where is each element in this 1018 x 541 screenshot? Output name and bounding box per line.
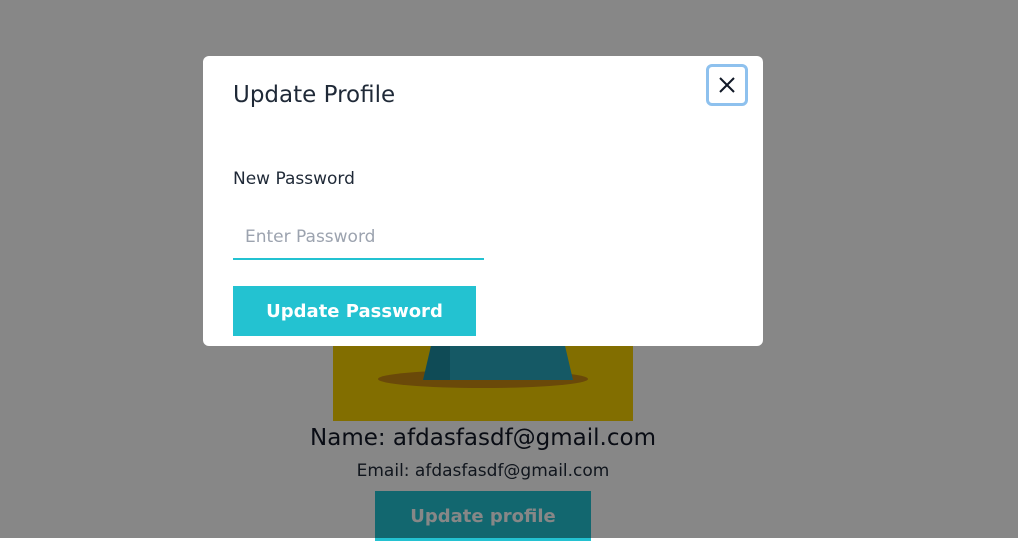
password-input[interactable] — [233, 216, 484, 260]
modal-title: Update Profile — [233, 82, 396, 108]
close-button[interactable] — [706, 64, 748, 106]
close-icon — [719, 77, 735, 93]
update-profile-modal: Update Profile New Password Update Passw… — [203, 56, 763, 346]
new-password-label: New Password — [233, 169, 355, 189]
update-password-button[interactable]: Update Password — [233, 286, 476, 336]
